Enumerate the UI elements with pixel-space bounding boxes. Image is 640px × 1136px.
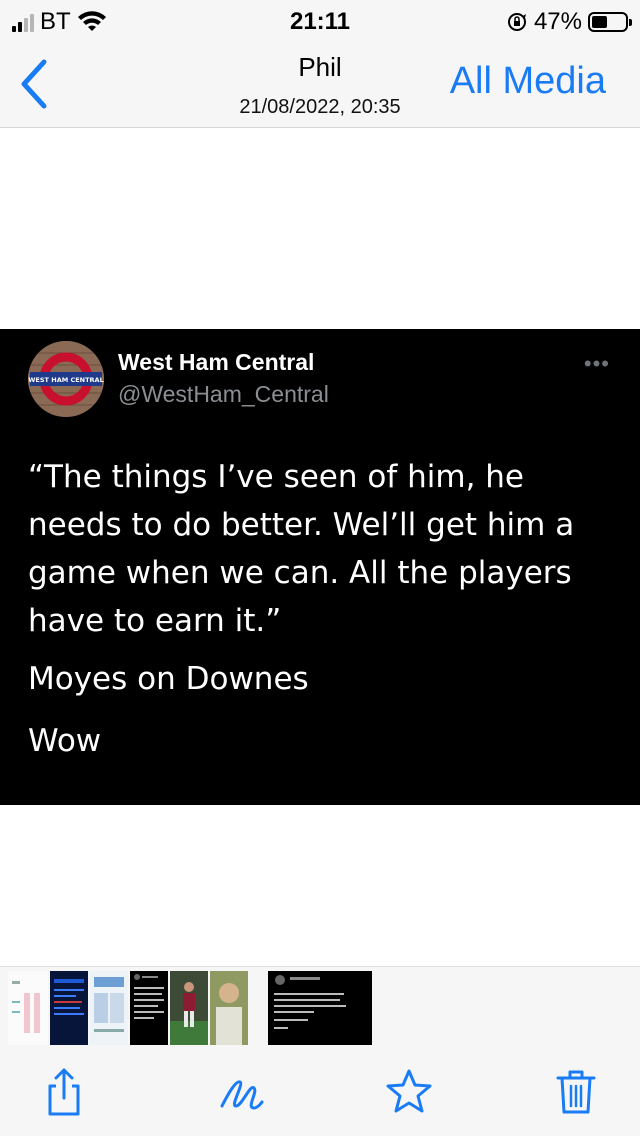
orientation-lock-icon	[507, 13, 526, 31]
markup-button[interactable]	[216, 1066, 264, 1118]
media-viewer[interactable]: WEST HAM CENTRAL West Ham Central @WestH…	[0, 129, 640, 966]
battery-percent: 47%	[533, 8, 582, 35]
thumbnail-3[interactable]	[90, 971, 128, 1045]
thumbnail-5[interactable]	[170, 971, 208, 1045]
navigation-bar: Phil 21/08/2022, 20:35 All Media	[0, 40, 640, 128]
avatar: WEST HAM CENTRAL	[28, 341, 104, 417]
thumbnail-2[interactable]	[50, 971, 88, 1045]
tweet-line-3: Wow	[28, 723, 102, 759]
share-icon	[48, 1068, 80, 1116]
tweet-display-name: West Ham Central	[118, 349, 315, 375]
thumbnail-7[interactable]	[268, 971, 372, 1045]
favorite-star-icon	[386, 1069, 432, 1113]
all-media-button[interactable]: All Media	[450, 60, 606, 103]
status-right: 47%	[506, 8, 632, 36]
tweet-handle: @WestHam_Central	[118, 381, 329, 407]
battery-icon	[588, 12, 632, 32]
tweet-line-2: Moyes on Downes	[28, 661, 309, 697]
trash-icon	[556, 1070, 596, 1114]
markup-icon	[220, 1080, 264, 1110]
conversation-name: Phil	[298, 52, 342, 82]
status-bar: BT 21:11 47%	[0, 0, 640, 40]
back-button[interactable]	[14, 58, 54, 110]
chevron-left-icon	[21, 59, 47, 109]
avatar-logo-text: WEST HAM CENTRAL	[28, 376, 103, 384]
tweet-image: WEST HAM CENTRAL West Ham Central @WestH…	[0, 329, 640, 805]
bottom-toolbar	[0, 1048, 640, 1136]
thumbnail-strip[interactable]	[0, 966, 640, 1048]
photo-viewer-screen: BT 21:11 47% Phil 21/08/2022, 20:35 All …	[0, 0, 640, 1136]
more-options-icon: •••	[583, 351, 610, 376]
tweet-body: “The things I’ve seen of him, he needs t…	[28, 459, 575, 639]
west-ham-central-logo: WEST HAM CENTRAL	[28, 341, 104, 417]
thumbnail-6[interactable]	[210, 971, 248, 1045]
favorite-button[interactable]	[384, 1066, 432, 1118]
thumbnail-4[interactable]	[130, 971, 168, 1045]
media-timestamp: 21/08/2022, 20:35	[239, 96, 401, 118]
share-button[interactable]	[40, 1066, 88, 1118]
delete-button[interactable]	[552, 1066, 600, 1118]
thumbnail-1[interactable]	[8, 971, 48, 1045]
